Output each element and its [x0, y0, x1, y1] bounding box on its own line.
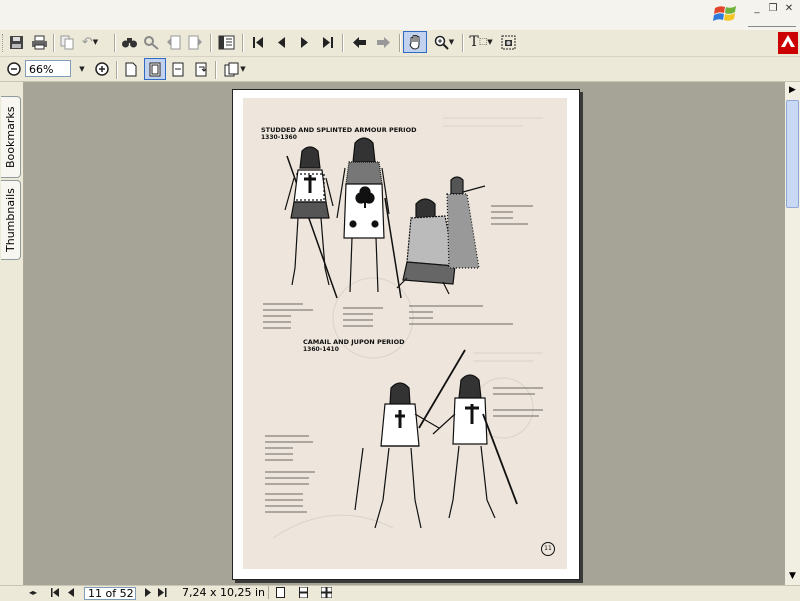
search-icon[interactable] — [141, 32, 161, 52]
illustration-knight-sword-left — [354, 349, 466, 529]
prev-view-doc-icon[interactable] — [164, 32, 182, 52]
copy-icon[interactable] — [58, 32, 76, 52]
adobe-logo — [778, 32, 798, 54]
illustration-kneeling-knight — [396, 176, 486, 295]
fit-page-icon[interactable] — [144, 58, 166, 80]
print-icon[interactable] — [29, 32, 49, 52]
status-last-page-icon[interactable] — [155, 586, 169, 599]
previous-page-icon[interactable] — [271, 32, 291, 52]
toolbar-grip[interactable] — [2, 34, 6, 52]
undo-icon[interactable]: ↶ ▼ — [80, 32, 100, 52]
tab-thumbnails[interactable]: Thumbnails — [1, 180, 21, 260]
scroll-thumb[interactable] — [786, 100, 799, 208]
zoom-dropdown-icon[interactable]: ▼ — [74, 59, 90, 79]
select-text-icon[interactable]: T ⬚ ▼ — [466, 32, 496, 52]
help-search-field[interactable] — [748, 20, 796, 27]
page-years-2: 1360-1410 — [303, 346, 339, 353]
single-page-icon[interactable] — [273, 586, 287, 599]
separator — [215, 61, 217, 79]
tab-bookmarks-label: Bookmarks — [4, 106, 17, 168]
separator — [399, 34, 401, 52]
restore-button[interactable]: ❐ — [766, 3, 780, 16]
minimize-button[interactable]: _ — [750, 3, 764, 16]
separator — [342, 34, 344, 52]
reflow-icon[interactable] — [191, 59, 211, 79]
armour-stats-tables — [263, 205, 533, 329]
separator — [210, 34, 212, 52]
first-page-icon[interactable] — [248, 32, 268, 52]
next-page-icon[interactable] — [294, 32, 314, 52]
fit-width-icon[interactable] — [168, 59, 188, 79]
illustration-knight-lance — [284, 146, 338, 299]
toolbar-view — [0, 57, 800, 82]
printed-page-number: 11 — [541, 542, 555, 556]
continuous-icon[interactable] — [296, 586, 310, 599]
page-heading-1: STUDDED AND SPLINTED ARMOUR PERIOD — [261, 126, 417, 134]
tab-bookmarks[interactable]: Bookmarks — [1, 96, 21, 178]
tab-thumbnails-label: Thumbnails — [4, 188, 17, 252]
separator — [53, 34, 55, 52]
scroll-up-button[interactable]: ▶ — [785, 83, 800, 98]
go-back-icon[interactable] — [348, 32, 370, 52]
scanned-page-image: STUDDED AND SPLINTED ARMOUR PERIOD 1330-… — [243, 98, 567, 569]
show-hide-navigation-icon[interactable] — [215, 32, 237, 52]
find-icon[interactable] — [119, 32, 139, 52]
save-icon[interactable] — [7, 32, 25, 52]
actual-size-icon[interactable] — [121, 59, 141, 79]
rotate-view-icon[interactable]: ▼ — [219, 59, 251, 79]
status-first-page-icon[interactable] — [48, 586, 62, 599]
zoom-out-icon[interactable] — [5, 59, 23, 79]
last-page-icon[interactable] — [317, 32, 337, 52]
menu-bar — [0, 0, 800, 31]
next-view-doc-icon[interactable] — [186, 32, 204, 52]
illustration-knight-sword-right — [432, 374, 518, 519]
windows-flag-icon — [712, 2, 742, 26]
snapshot-tool-icon[interactable] — [498, 32, 518, 52]
status-next-page-icon[interactable] — [140, 586, 154, 599]
close-button[interactable]: ✕ — [782, 3, 796, 16]
hand-tool-icon[interactable] — [403, 31, 427, 53]
separator — [114, 34, 116, 52]
separator — [268, 586, 269, 599]
document-page[interactable]: STUDDED AND SPLINTED ARMOUR PERIOD 1330-… — [232, 89, 580, 580]
zoom-in-icon[interactable] — [93, 59, 111, 79]
zoom-level-input[interactable]: 66% — [25, 60, 71, 77]
split-icon[interactable]: ◂▸ — [26, 586, 40, 599]
page-size-label: 7,24 x 10,25 in — [182, 586, 266, 599]
separator — [116, 61, 118, 79]
separator — [462, 34, 464, 52]
page-years-1: 1330-1360 — [261, 134, 297, 141]
go-forward-icon[interactable] — [372, 32, 394, 52]
illustration-knight-surcoat — [336, 137, 402, 299]
continuous-facing-icon[interactable] — [319, 586, 333, 599]
page-heading-2: CAMAIL AND JUPON PERIOD — [303, 338, 405, 346]
page-number-input[interactable]: 11 of 52 — [84, 587, 136, 600]
zoom-in-tool-icon[interactable]: ▼ — [429, 32, 459, 52]
status-previous-page-icon[interactable] — [64, 586, 78, 599]
separator — [242, 34, 244, 52]
scroll-down-button[interactable]: ▼ — [785, 569, 800, 584]
